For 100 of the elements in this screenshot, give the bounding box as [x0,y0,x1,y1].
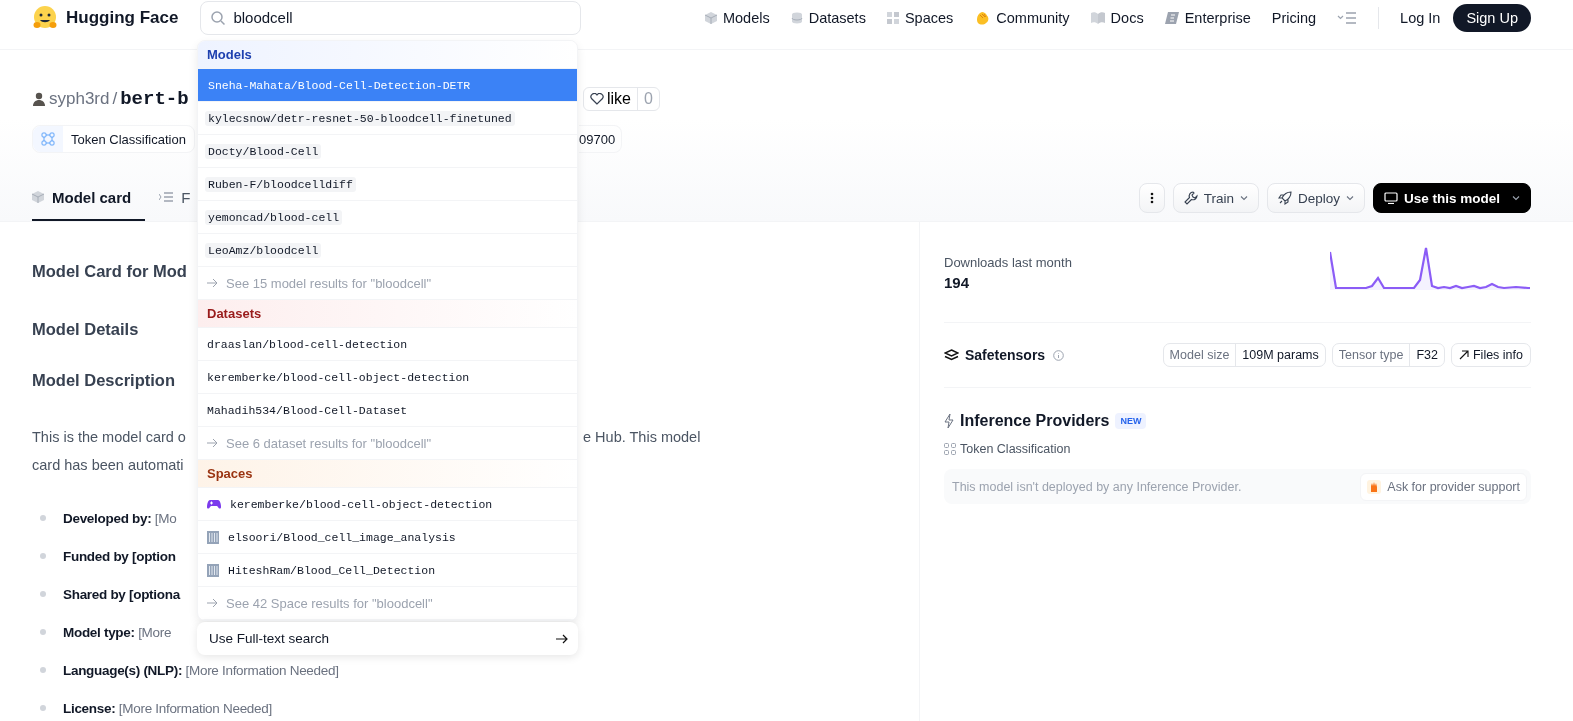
bullet-dot [40,553,46,559]
owner-link[interactable]: syph3rd [49,89,110,109]
search-result[interactable]: Ruben-F/bloodcelldiff [198,168,577,201]
arrow-icon [207,438,218,448]
like-button[interactable]: like 0 [583,87,660,111]
heading: Model Card for Mod [32,262,187,282]
building-icon [207,530,219,544]
more-button[interactable] [1138,183,1165,213]
fulltext-search-button[interactable]: Use Full-text search [197,622,578,655]
list-item: License: [More Information Needed] [63,700,272,716]
tab[interactable]: Model card [32,175,146,221]
heading: Model Description [32,371,175,391]
smiling-face-icon [32,4,58,31]
nav-link[interactable]: Models [704,9,770,26]
search-result[interactable]: kylecsnow/detr-resnet-50-bloodcell-finetuned [198,102,577,135]
search-result[interactable]: Sneha-Mahata/Blood-Cell-Detection-DETR [198,69,577,102]
search-result[interactable]: yemoncad/blood-cell [198,201,577,234]
book-icon [1090,11,1105,24]
task-label: Token Classification [960,442,1071,456]
heading: Model Details [32,320,139,340]
list-item: Funded by [option [63,548,176,564]
bullet-dot [40,667,46,673]
search-result[interactable]: Mahadih534/Blood-Cell-Dataset [198,394,577,427]
task-tag[interactable]: Token Classification [32,125,195,153]
search-result[interactable]: keremberke/blood-cell-object-detection [198,488,577,521]
chevron-down-icon [1345,195,1354,201]
stat-chip: Tensor type F32 [1331,343,1445,367]
use-model-button[interactable]: Use this model [1372,183,1531,213]
nav-link[interactable]: Spaces [886,9,954,26]
section-title: Inference Providers [960,412,1110,430]
rocket-icon [1277,191,1292,205]
cube-icon [32,191,44,203]
nav-link[interactable]: Pricing [1271,9,1317,26]
stat-chip: Model size 109M params [1162,343,1326,367]
building-icon [207,563,219,577]
list-item: Model type: [More [63,624,172,640]
notice-text: This model isn't deployed by any Inference Provider. [952,479,1242,494]
signup-button[interactable]: Sign Up [1453,3,1531,32]
gamepad-icon [207,498,221,510]
arrow-icon [207,598,218,608]
arrow-icon [1458,350,1469,360]
monitor-icon [1383,192,1398,204]
train-button[interactable]: Train [1172,183,1259,213]
section-heading: Models [198,41,577,69]
wrench-icon [1183,191,1198,205]
nav-link[interactable]: Community [974,9,1070,26]
chevron-down-icon [1239,195,1248,201]
list-item: Developed by: [Mo [63,510,177,526]
user-icon [32,92,46,106]
search-result[interactable]: draaslan/blood-cell-detection [198,328,577,361]
bullet-dot [40,515,46,521]
bullet-dot [40,591,46,597]
chevron-down-icon [1512,195,1520,201]
login-link[interactable]: Log In [1400,9,1441,26]
hand-icon [974,9,991,26]
nodes-icon [41,132,55,146]
database-icon [790,11,803,24]
paragraph-text: This is the model card o [32,429,187,445]
search-result[interactable]: keremberke/blood-cell-object-detection [198,361,577,394]
search-result[interactable]: Docty/Blood-Cell [198,135,577,168]
search-result[interactable]: elsoori/Blood_cell_image_analysis [198,521,577,554]
nav-link[interactable]: Docs [1090,9,1144,26]
paragraph-text: e Hub. This model [583,429,702,445]
lightning-icon [944,414,954,428]
info-icon [1053,349,1065,361]
cube-icon [704,11,717,24]
more-icon [1149,192,1154,204]
section-title: Safetensors [965,347,1046,363]
arrow-icon [207,278,218,288]
section-heading: Datasets [198,300,577,328]
bullet-dot [40,629,46,635]
heart-icon [590,93,604,105]
logo-text[interactable]: Hugging Face [66,7,179,28]
menu-button[interactable] [1337,11,1358,24]
nav-link[interactable]: Enterprise [1164,9,1251,26]
tab[interactable]: F [159,175,191,221]
nodes-icon [944,443,956,455]
list-icon [159,191,174,203]
arrow-icon [556,633,568,644]
downloads-count: 194 [944,274,971,291]
search-result[interactable]: HiteshRam/Blood_Cell_Detection [198,554,577,587]
tag[interactable]: 09700 [579,125,623,153]
model-name: bert-b [120,88,189,110]
list-item: Shared by [optiona [63,586,180,602]
ask-support-button[interactable]: Ask for provider support [1360,472,1527,501]
files-info-button[interactable]: Files info [1450,343,1531,367]
path-separator: / [112,89,118,109]
list-item: Language(s) (NLP): [More Information Needed] [63,662,339,678]
search-field[interactable]: bloodcell [200,0,582,35]
deploy-button[interactable]: Deploy [1266,183,1365,213]
menu-icon [1337,11,1358,24]
nav-link[interactable]: Datasets [790,9,866,26]
new-badge: NEW [1115,413,1147,429]
paragraph-text: card has been automati [32,457,185,473]
search-result[interactable]: LeoAmz/bloodcell [198,234,577,267]
downloads-label: Downloads last month [944,255,1072,270]
section-heading: Spaces [198,460,577,488]
layers-icon [944,348,959,362]
grid-icon [886,11,899,24]
bullet-dot [40,705,46,711]
